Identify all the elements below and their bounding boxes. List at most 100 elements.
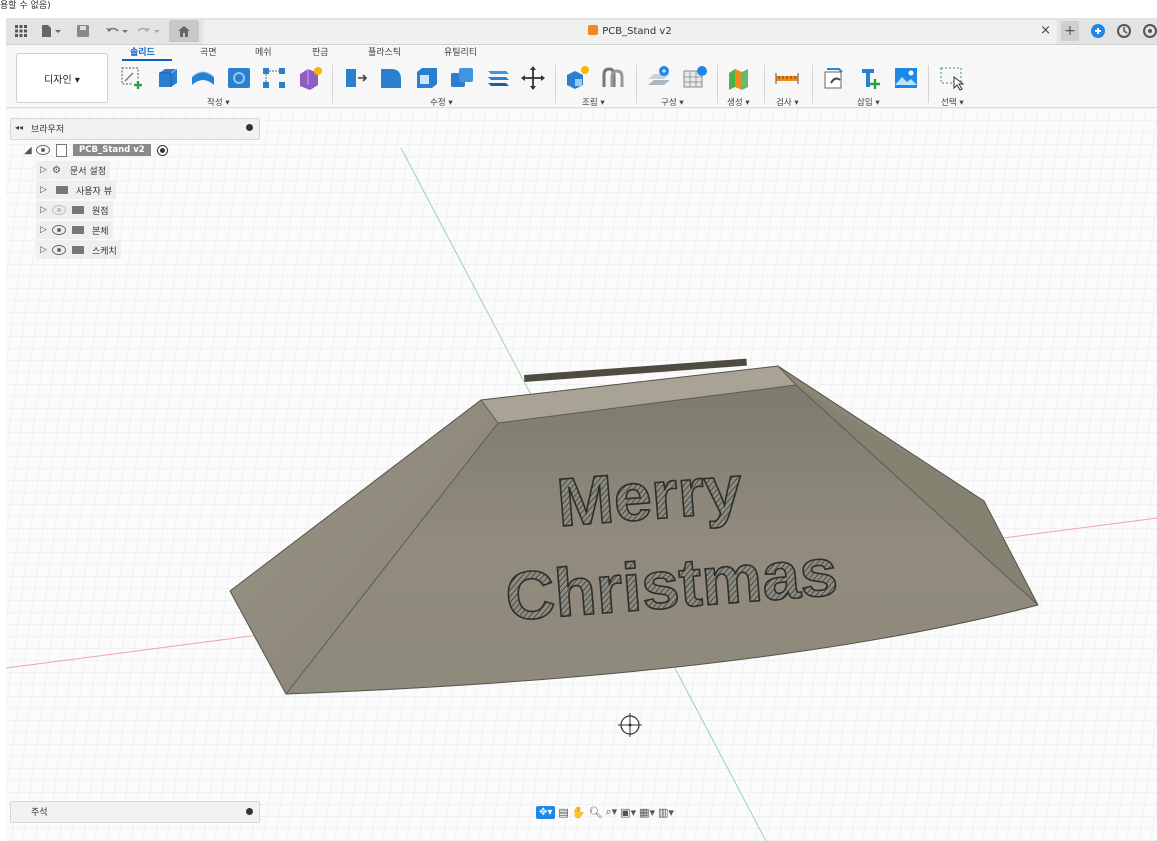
- document-icon: [56, 143, 67, 157]
- select-group-label[interactable]: 선택 ▾: [941, 96, 964, 108]
- tree-item-label: 사용자 뷰: [76, 186, 112, 197]
- browser-title: 브라우저: [31, 125, 65, 135]
- fabricate-icon[interactable]: [726, 65, 752, 91]
- tab-utilities[interactable]: 유틸리티: [444, 45, 477, 58]
- toolbar-ribbon: 디자인 ▾ 솔리드 곡면 메쉬 판금 플라스틱 유틸리티 작성 ▾ 수정 ▾ 조…: [6, 45, 1157, 108]
- tree-item-label: 스케치: [92, 246, 117, 257]
- ribbon-separator: [636, 65, 637, 103]
- tree-item-label: 본체: [92, 226, 109, 237]
- move-icon[interactable]: [520, 65, 546, 91]
- navigation-bar: ✥▾ ▤ ✋ 🔍︎ ⌕▾ ▣▾ ▦▾ ▥▾: [536, 801, 732, 823]
- inspect-group-label[interactable]: 검사 ▾: [776, 96, 799, 108]
- visibility-eye-icon[interactable]: [52, 225, 66, 235]
- document-cube-icon: [588, 25, 599, 35]
- offset-plane-icon[interactable]: [646, 65, 672, 91]
- activate-radio-icon[interactable]: [156, 144, 168, 156]
- tree-root-row[interactable]: ◢ PCB_Stand v2: [24, 141, 168, 159]
- tree-item-bodies[interactable]: ▷ 본체: [36, 221, 113, 239]
- display-settings-icon[interactable]: ▣▾: [620, 806, 636, 819]
- notes-panel[interactable]: 주석: [10, 801, 260, 823]
- expand-icon[interactable]: ▷: [40, 225, 52, 235]
- construct-group-label[interactable]: 구성 ▾: [661, 96, 684, 108]
- model-canvas[interactable]: Merry Christmas: [6, 108, 1157, 841]
- orbit-tool-icon[interactable]: ✥▾: [536, 805, 556, 819]
- insert-canvas-icon[interactable]: [893, 65, 919, 91]
- browser-collapse-icon[interactable]: ◂◂: [15, 123, 23, 132]
- tree-item-named-views[interactable]: ▷ 사용자 뷰: [36, 181, 116, 199]
- expand-icon[interactable]: ▷: [40, 185, 52, 195]
- expand-open-icon[interactable]: ◢: [24, 145, 36, 156]
- tree-item-document-settings[interactable]: ▷ ⚙ 문서 설정: [36, 161, 110, 179]
- tab-solid[interactable]: 솔리드: [130, 45, 155, 58]
- insert-derive-icon[interactable]: [822, 65, 848, 91]
- fabricate-group-label[interactable]: 생성 ▾: [727, 96, 750, 108]
- fillet-icon[interactable]: [378, 65, 404, 91]
- viewports-icon[interactable]: ▥▾: [658, 806, 674, 819]
- home-icon[interactable]: [169, 20, 199, 42]
- file-menu-icon[interactable]: [40, 22, 62, 40]
- document-tab[interactable]: PCB_Stand v2 ×: [203, 20, 1057, 44]
- insert-mcmaster-icon[interactable]: [858, 65, 884, 91]
- ribbon-separator: [332, 65, 333, 103]
- new-tab-plus-icon[interactable]: +: [1061, 21, 1079, 41]
- construct-grid-icon[interactable]: [682, 65, 708, 91]
- zoom-window-icon[interactable]: ⌕▾: [605, 805, 617, 819]
- revolve-icon[interactable]: [190, 65, 216, 91]
- job-status-icon[interactable]: [1116, 22, 1132, 40]
- notes-title: 주석: [31, 808, 48, 818]
- help-icon[interactable]: [1142, 22, 1157, 40]
- pattern-icon[interactable]: [261, 65, 287, 91]
- expand-icon[interactable]: ▷: [40, 205, 52, 215]
- create-form-icon[interactable]: [297, 65, 323, 91]
- tab-mesh[interactable]: 메쉬: [255, 45, 272, 58]
- press-pull-icon[interactable]: [342, 65, 368, 91]
- extrude-icon[interactable]: [155, 65, 181, 91]
- tab-plastic[interactable]: 플라스틱: [368, 45, 401, 58]
- tab-sheet-metal[interactable]: 판금: [312, 45, 329, 58]
- insert-group-label[interactable]: 삽입 ▾: [857, 96, 880, 108]
- apps-grid-icon[interactable]: [14, 22, 28, 40]
- close-tab-icon[interactable]: ×: [1040, 23, 1051, 38]
- look-at-icon[interactable]: ▤: [558, 806, 568, 819]
- save-icon[interactable]: [76, 22, 90, 40]
- notes-pin-icon[interactable]: [246, 808, 253, 815]
- hole-icon[interactable]: [226, 65, 252, 91]
- window-caption: 용할 수 없음): [0, 1, 51, 11]
- tree-item-origin[interactable]: ▷ 원점: [36, 201, 113, 219]
- create-sketch-icon[interactable]: [119, 65, 145, 91]
- redo-icon[interactable]: [136, 22, 162, 40]
- joint-icon[interactable]: [600, 65, 626, 91]
- extensions-icon[interactable]: [1090, 22, 1106, 40]
- tree-root-label: PCB_Stand v2: [73, 144, 151, 156]
- ribbon-separator: [555, 65, 556, 103]
- ribbon-separator: [928, 65, 929, 103]
- expand-icon[interactable]: ▷: [40, 245, 52, 255]
- measure-icon[interactable]: [774, 65, 800, 91]
- visibility-eye-icon[interactable]: [36, 145, 50, 155]
- expand-icon[interactable]: ▷: [40, 165, 52, 175]
- active-tab-underline: [122, 59, 172, 61]
- workspace-switcher[interactable]: 디자인 ▾: [16, 53, 108, 103]
- create-group-label[interactable]: 작성 ▾: [207, 96, 230, 108]
- offset-face-icon[interactable]: [485, 65, 511, 91]
- undo-icon[interactable]: [104, 22, 130, 40]
- visibility-eye-icon[interactable]: [52, 245, 66, 255]
- combine-icon[interactable]: [449, 65, 475, 91]
- tab-surface[interactable]: 곡면: [200, 45, 217, 58]
- tree-item-sketches[interactable]: ▷ 스케치: [36, 241, 121, 259]
- zoom-icon[interactable]: 🔍︎: [589, 806, 603, 819]
- new-component-icon[interactable]: [564, 65, 590, 91]
- grid-settings-icon[interactable]: ▦▾: [639, 806, 655, 819]
- folder-icon: [72, 206, 84, 214]
- ribbon-separator: [812, 65, 813, 103]
- browser-panel[interactable]: ◂◂ 브라우저: [10, 118, 260, 140]
- assemble-group-label[interactable]: 조립 ▾: [582, 96, 605, 108]
- visibility-eye-icon[interactable]: [52, 205, 66, 215]
- pan-hand-icon[interactable]: ✋: [572, 806, 586, 819]
- shell-icon[interactable]: [414, 65, 440, 91]
- canvas-viewport[interactable]: Merry Christmas ◂◂ 브라우저 ◢ PCB_Stand v2 ▷: [6, 108, 1157, 841]
- select-icon[interactable]: [939, 65, 965, 91]
- modify-group-label[interactable]: 수정 ▾: [430, 96, 453, 108]
- document-title: PCB_Stand v2: [203, 25, 1057, 37]
- browser-pin-icon[interactable]: [246, 124, 253, 131]
